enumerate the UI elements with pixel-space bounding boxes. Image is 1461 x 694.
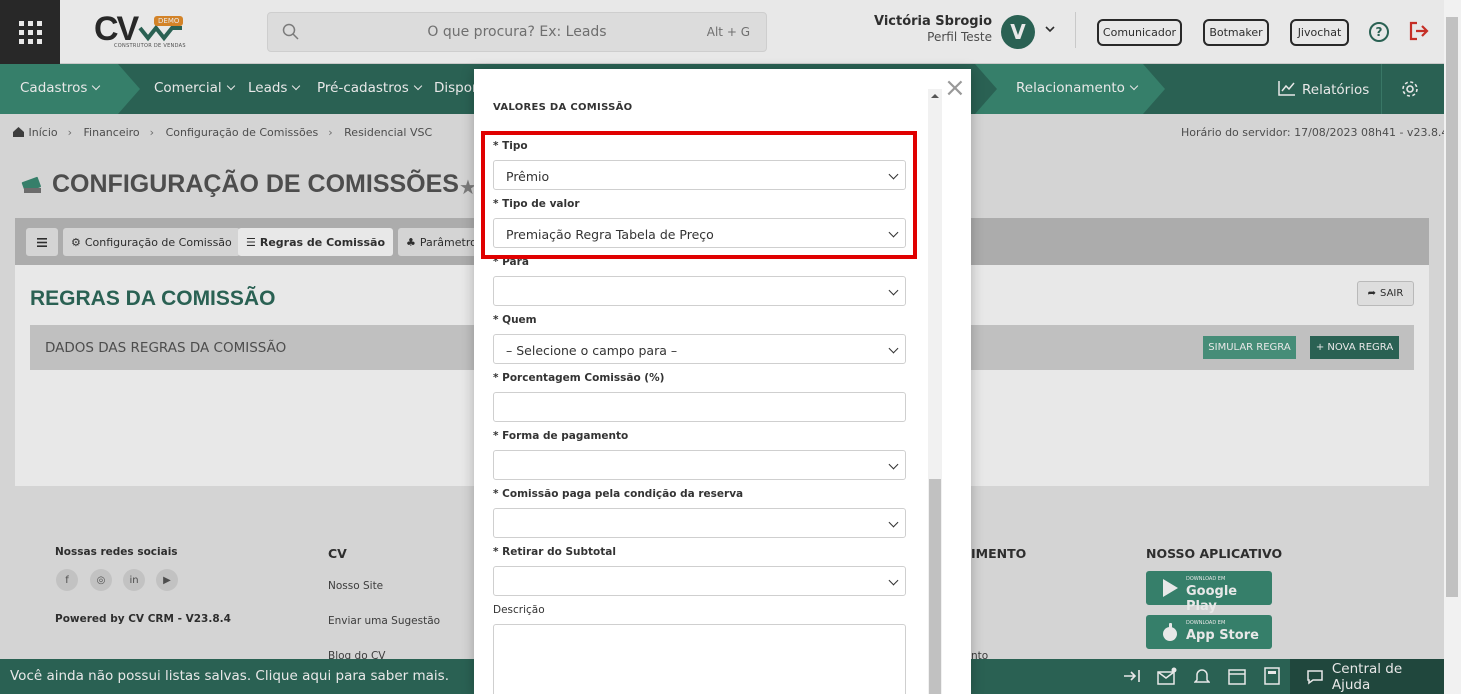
descricao-label: Descrição (493, 604, 545, 616)
scroll-up-icon[interactable] (931, 94, 939, 98)
porcentagem-label: * Porcentagem Comissão (%) (493, 372, 665, 384)
highlight-box (481, 131, 917, 259)
porcentagem-input[interactable] (493, 392, 906, 422)
retirar-subtotal-select[interactable] (493, 566, 906, 596)
forma-pagamento-select[interactable] (493, 450, 906, 480)
retirar-subtotal-label: * Retirar do Subtotal (493, 546, 616, 558)
chevron-down-icon (888, 575, 899, 586)
para-select[interactable] (493, 276, 906, 306)
scrollbar-thumb[interactable] (1446, 17, 1458, 597)
comissao-condicao-label: * Comissão paga pela condição da reserva (493, 488, 744, 500)
scrollbar-thumb[interactable] (929, 479, 941, 694)
quem-label: * Quem (493, 314, 537, 326)
page-scrollbar[interactable] (1444, 0, 1461, 694)
chevron-down-icon (888, 517, 899, 528)
descricao-textarea[interactable] (493, 624, 906, 694)
comissao-condicao-select[interactable] (493, 508, 906, 538)
chevron-down-icon (888, 459, 899, 470)
modal-section-title: VALORES DA COMISSÃO (493, 102, 633, 113)
chevron-down-icon (888, 343, 899, 354)
close-icon[interactable]: × (944, 75, 966, 101)
forma-pagamento-label: * Forma de pagamento (493, 430, 629, 442)
chevron-down-icon (888, 285, 899, 296)
quem-select[interactable]: – Selecione o campo para – (493, 334, 906, 364)
select-value: – Selecione o campo para – (506, 343, 678, 358)
modal-scrollbar[interactable] (928, 89, 942, 694)
